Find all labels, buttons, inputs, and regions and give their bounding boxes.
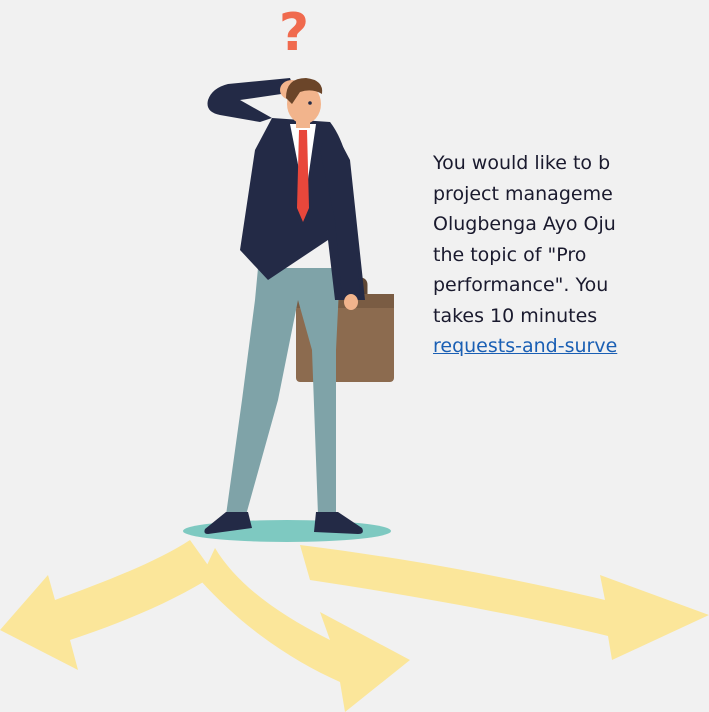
invite-line-4: the topic of "Pro bbox=[433, 243, 587, 266]
question-mark-icon: ? bbox=[279, 3, 309, 63]
survey-link[interactable]: requests-and-surve bbox=[433, 331, 709, 362]
invite-line-3: Olugbenga Ayo Oju bbox=[433, 213, 616, 235]
lowered-hand bbox=[344, 294, 358, 310]
invite-line-6: takes 10 minutes bbox=[433, 304, 598, 327]
survey-invitation-page: ? You would like to b project manageme O… bbox=[0, 0, 709, 712]
crossroads-arrows bbox=[0, 540, 709, 712]
invite-line-5: performance". You bbox=[433, 274, 609, 296]
invite-line-2: project manageme bbox=[433, 182, 613, 205]
businessman-legs bbox=[226, 268, 340, 515]
invite-line-1: You would like to b bbox=[433, 152, 611, 174]
survey-invitation-text: You would like to b project manageme Olu… bbox=[433, 148, 709, 362]
businessman-jacket bbox=[207, 78, 365, 300]
tie bbox=[297, 130, 309, 222]
